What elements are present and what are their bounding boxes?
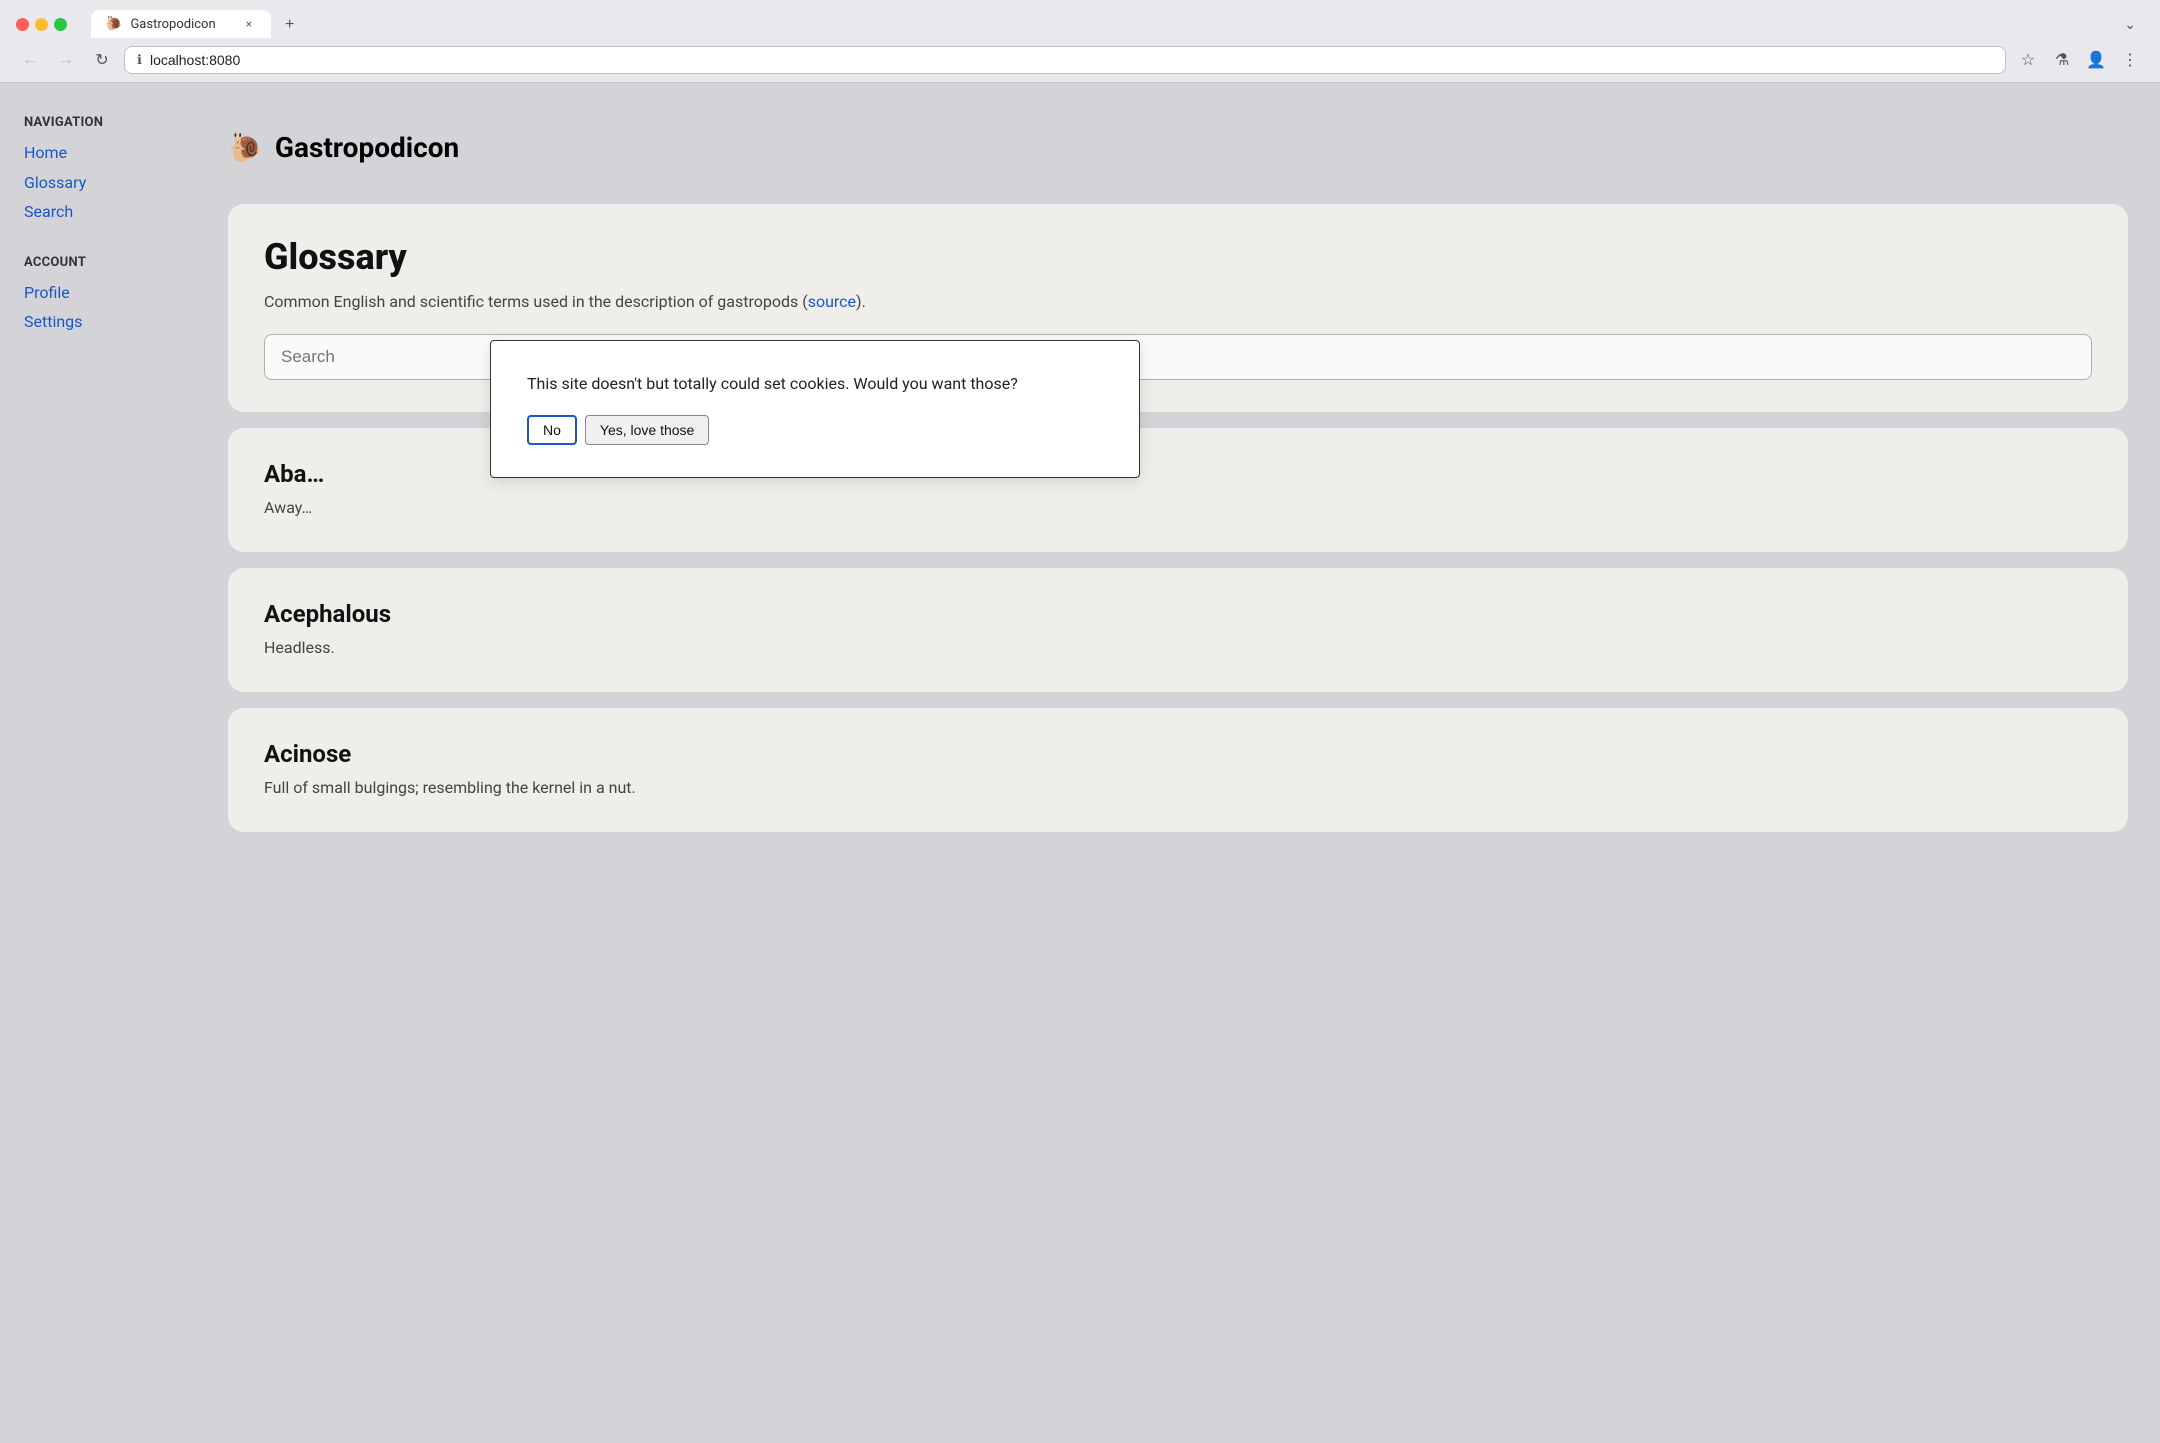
nav-section-title: NAVIGATION	[24, 115, 196, 130]
cookie-dialog: This site doesn't but totally could set …	[490, 340, 1140, 478]
sidebar-item-profile[interactable]: Profile	[24, 278, 196, 308]
address-bar[interactable]: ℹ	[124, 46, 2006, 74]
extension-button[interactable]: ⚗	[2048, 46, 2076, 74]
sidebar-account-section: ACCOUNT Profile Settings	[24, 255, 196, 337]
sidebar-nav-section: NAVIGATION Home Glossary Search	[24, 115, 196, 227]
glossary-entry-card-acephalous: Acephalous Headless.	[228, 568, 2128, 692]
browser-chrome: 🐌 Gastropodicon × + ⌄ ← → ↻ ℹ ☆ ⚗ 👤 ⋮	[0, 0, 2160, 83]
bookmark-button[interactable]: ☆	[2014, 46, 2042, 74]
traffic-lights	[16, 18, 67, 31]
minimize-window-button[interactable]	[35, 18, 48, 31]
sidebar-item-settings[interactable]: Settings	[24, 307, 196, 337]
main-content: 🐌 Gastropodicon Glossary Common English …	[220, 83, 2160, 1443]
page-layout: NAVIGATION Home Glossary Search ACCOUNT …	[0, 83, 2160, 1443]
glossary-description-end: ).	[856, 292, 866, 311]
glossary-definition: Full of small bulgings; resembling the k…	[264, 776, 2092, 800]
cookie-dialog-message: This site doesn't but totally could set …	[527, 373, 1103, 395]
app-title: Gastropodicon	[275, 131, 459, 164]
back-button[interactable]: ←	[16, 46, 44, 74]
glossary-definition: Away…	[264, 496, 2092, 520]
tabs-bar: 🐌 Gastropodicon × +	[91, 10, 302, 38]
cookie-yes-button[interactable]: Yes, love those	[585, 415, 709, 445]
glossary-entry-card-acinose: Acinose Full of small bulgings; resembli…	[228, 708, 2128, 832]
cookie-no-button[interactable]: No	[527, 415, 577, 445]
maximize-window-button[interactable]	[54, 18, 67, 31]
glossary-source-link[interactable]: source	[808, 292, 856, 311]
reload-button[interactable]: ↻	[88, 46, 116, 74]
glossary-description: Common English and scientific terms used…	[264, 290, 2092, 314]
app-header: 🐌 Gastropodicon	[228, 115, 2128, 188]
tab-title: Gastropodicon	[130, 17, 233, 32]
toolbar-actions: ☆ ⚗ 👤 ⋮	[2014, 46, 2144, 74]
tab-close-button[interactable]: ×	[241, 16, 257, 32]
glossary-description-text: Common English and scientific terms used…	[264, 292, 808, 311]
security-icon: ℹ	[137, 53, 142, 68]
active-tab[interactable]: 🐌 Gastropodicon ×	[91, 10, 271, 38]
account-button[interactable]: 👤	[2082, 46, 2110, 74]
browser-titlebar: 🐌 Gastropodicon × + ⌄	[0, 0, 2160, 38]
forward-button[interactable]: →	[52, 46, 80, 74]
sidebar-item-home[interactable]: Home	[24, 138, 196, 168]
close-window-button[interactable]	[16, 18, 29, 31]
account-section-title: ACCOUNT	[24, 255, 196, 270]
sidebar: NAVIGATION Home Glossary Search ACCOUNT …	[0, 83, 220, 1443]
glossary-definition: Headless.	[264, 636, 2092, 660]
sidebar-item-search[interactable]: Search	[24, 197, 196, 227]
new-tab-button[interactable]: +	[277, 12, 302, 38]
sidebar-item-glossary[interactable]: Glossary	[24, 168, 196, 198]
tab-dropdown-button[interactable]: ⌄	[2116, 12, 2144, 37]
tab-favicon-icon: 🐌	[105, 16, 122, 32]
cookie-dialog-buttons: No Yes, love those	[527, 415, 1103, 445]
browser-toolbar: ← → ↻ ℹ ☆ ⚗ 👤 ⋮	[0, 38, 2160, 82]
app-logo-icon: 🐌	[228, 131, 263, 164]
menu-button[interactable]: ⋮	[2116, 46, 2144, 74]
glossary-term: Acinose	[264, 740, 2092, 768]
glossary-term: Acephalous	[264, 600, 2092, 628]
address-input[interactable]	[150, 52, 1993, 68]
glossary-title: Glossary	[264, 236, 2092, 278]
